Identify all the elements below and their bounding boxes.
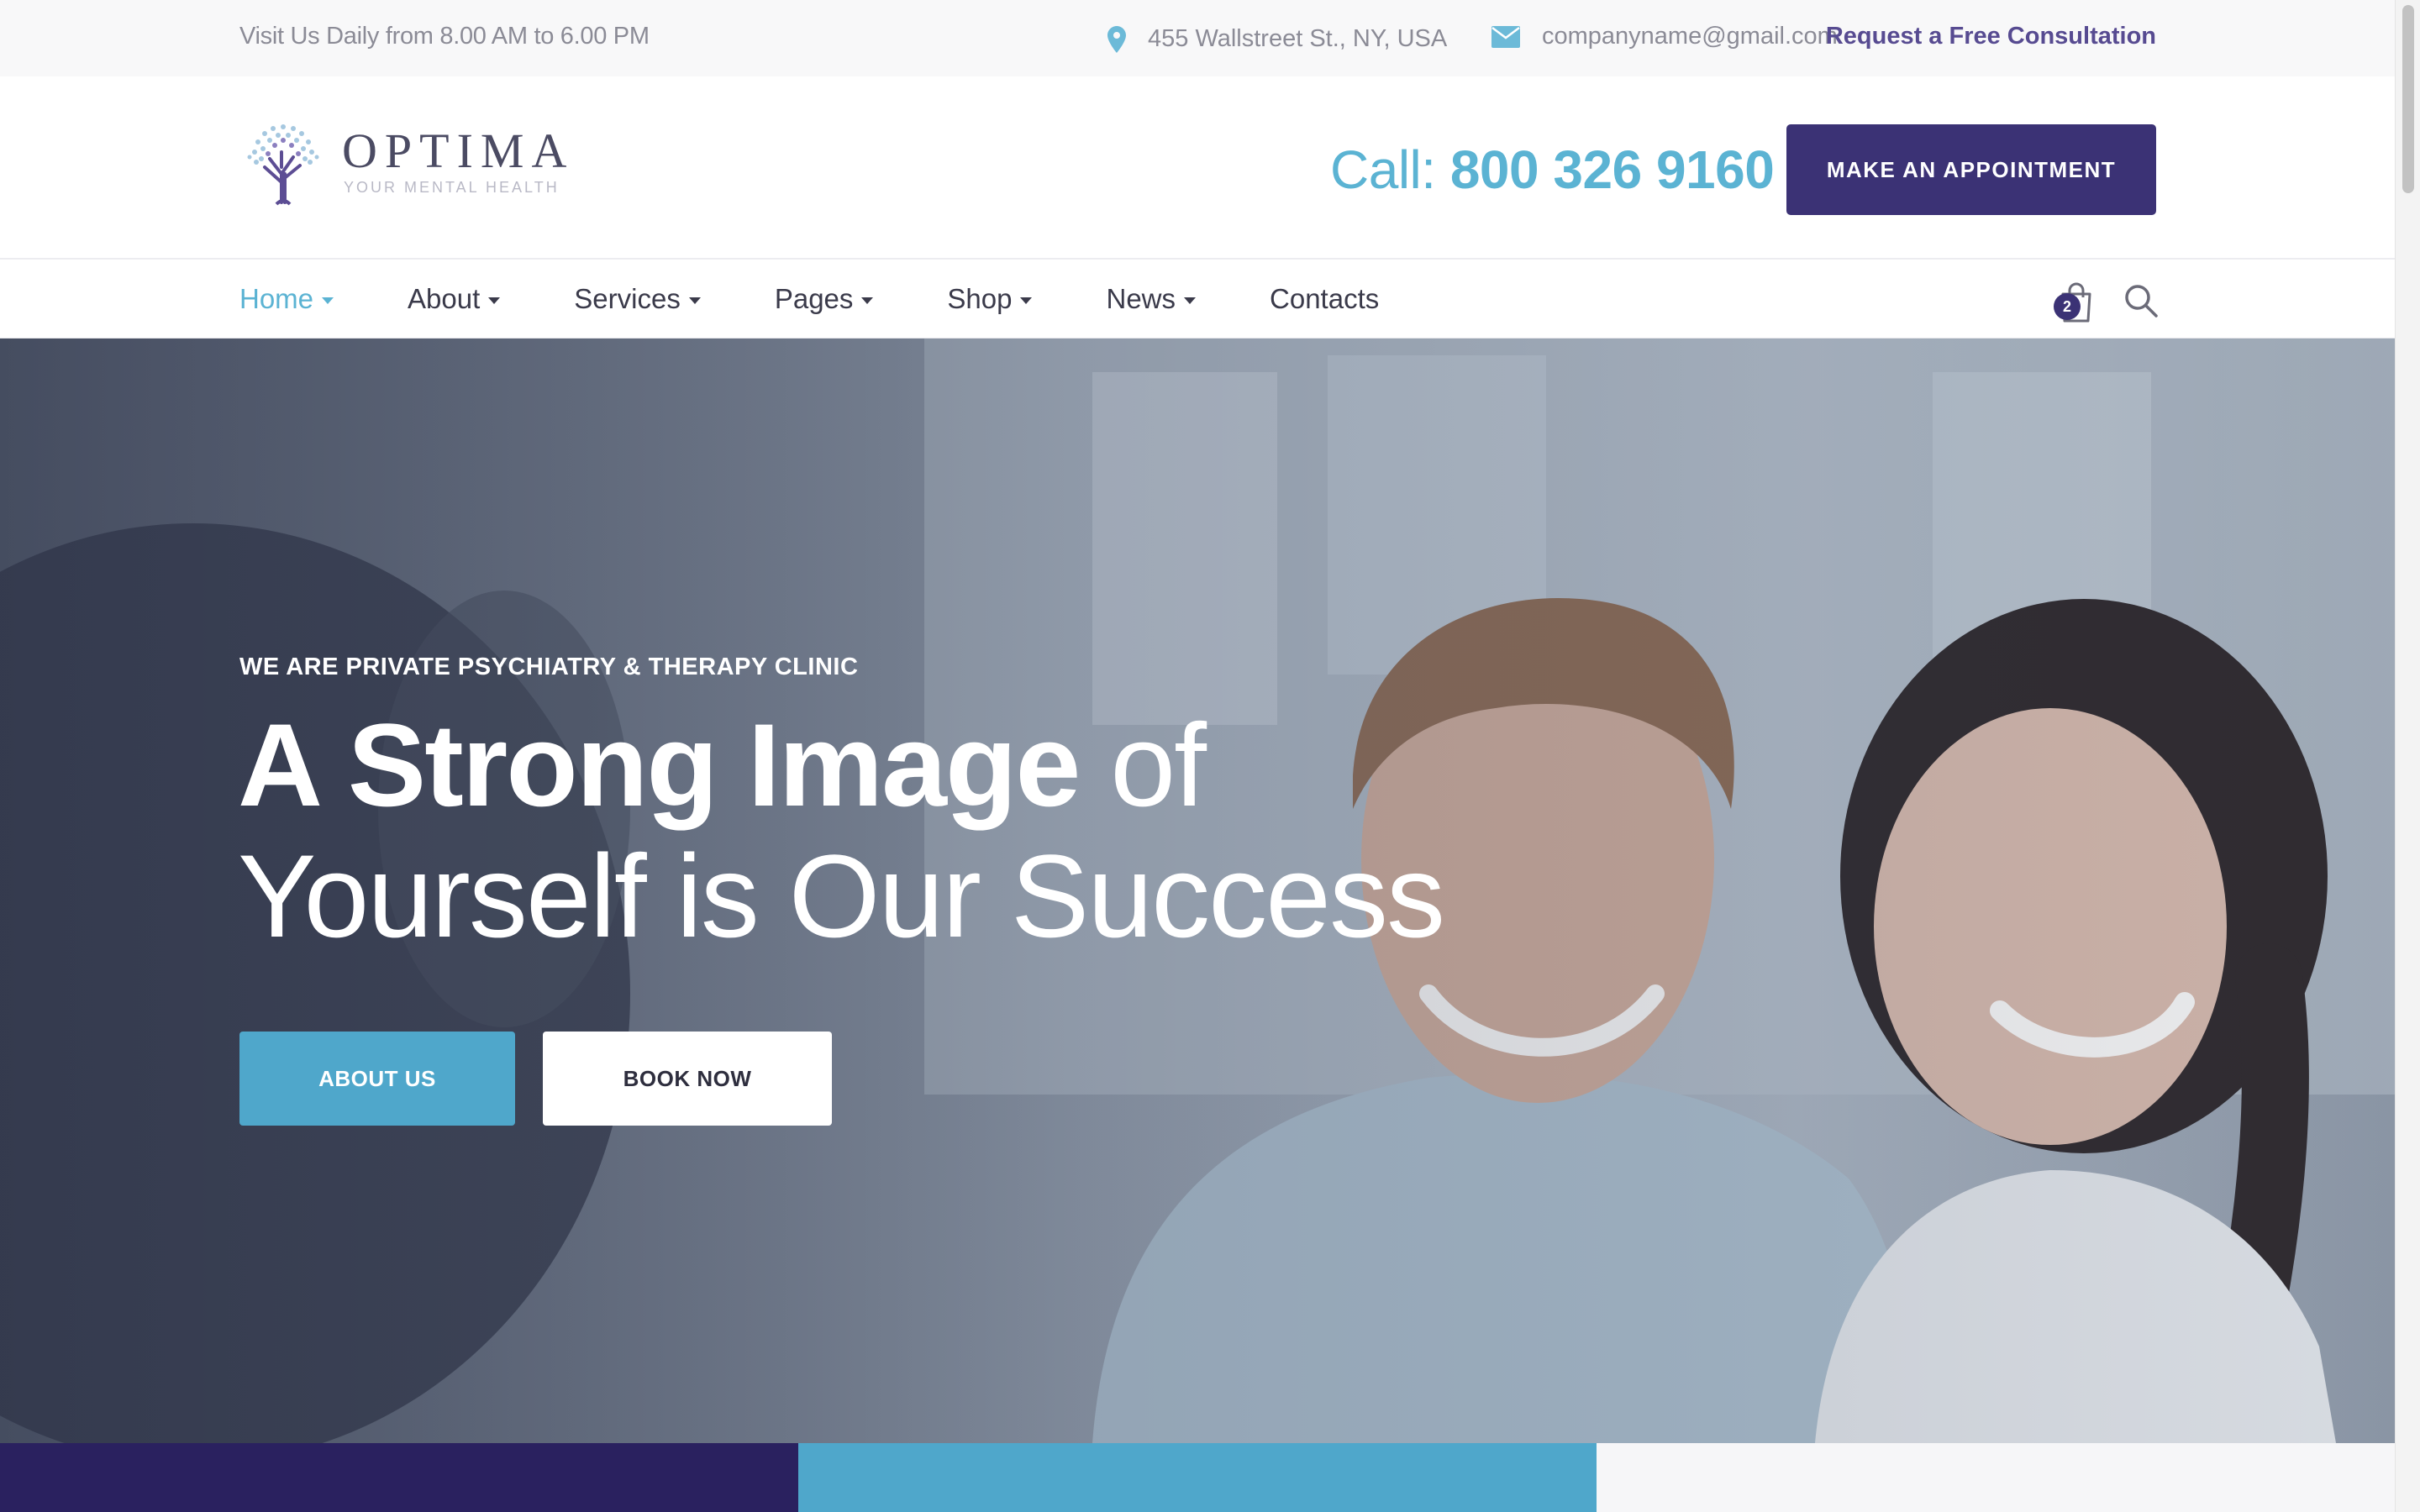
feature-strip-light: [1597, 1443, 2395, 1512]
logo[interactable]: OPTIMA YOUR MENTAL HEALTH: [239, 115, 574, 207]
headline-light-1: of: [1079, 699, 1207, 831]
logo-name: OPTIMA: [342, 123, 575, 178]
hero-eyebrow: WE ARE PRIVATE PSYCHIATRY & THERAPY CLIN…: [239, 654, 859, 680]
make-appointment-button[interactable]: MAKE AN APPOINTMENT: [1786, 124, 2156, 215]
nav-item-home[interactable]: Home: [239, 283, 334, 315]
main-nav: Home About Services Pages Shop News Cont…: [0, 260, 2395, 339]
nav-item-label: Contacts: [1270, 283, 1380, 314]
nav-item-contacts[interactable]: Contacts: [1270, 283, 1379, 315]
nav-item-label: About: [408, 283, 481, 314]
nav-item-pages[interactable]: Pages: [775, 283, 874, 315]
nav-item-label: Pages: [774, 283, 854, 314]
call-label: Call:: [1330, 139, 1436, 200]
about-us-button[interactable]: ABOUT US: [239, 1032, 515, 1126]
top-bar: Visit Us Daily from 8.00 AM to 6.00 PM 4…: [0, 0, 2395, 76]
free-consultation-link[interactable]: Request a Free Consultation: [1826, 23, 2156, 50]
phone-number: 800 326 9160: [1449, 139, 1775, 200]
nav-item-about[interactable]: About: [408, 283, 501, 315]
hero-headline: A Strong Image of Yourself is Our Succes…: [238, 699, 1445, 962]
tree-logo-icon: [247, 124, 319, 206]
opening-hours: Visit Us Daily from 8.00 AM to 6.00 PM: [239, 23, 650, 50]
nav-item-label: Home: [239, 283, 314, 314]
search-icon[interactable]: [2123, 283, 2159, 318]
nav-item-news[interactable]: News: [1106, 283, 1197, 315]
email-text: companyname@gmail.com: [1542, 23, 1838, 50]
cart-count-badge: 2: [2054, 293, 2081, 320]
page-scrollbar[interactable]: [2395, 0, 2420, 1512]
envelope-icon: [1491, 25, 1520, 48]
feature-strip-blue: [798, 1443, 1597, 1512]
address: 455 Wallstreet St., NY, USA: [1107, 25, 1447, 53]
phone-call[interactable]: Call: 800 326 9160: [1330, 139, 1775, 201]
site-header: OPTIMA YOUR MENTAL HEALTH Call: 800 326 …: [0, 76, 2395, 260]
feature-strip-purple: [0, 1443, 798, 1512]
caret-down-icon: [688, 297, 701, 304]
scrollbar-thumb[interactable]: [2402, 5, 2414, 193]
nav-item-label: News: [1106, 283, 1176, 314]
headline-light-2: Yourself is Our Success: [238, 830, 1445, 962]
caret-down-icon: [322, 297, 334, 304]
nav-item-shop[interactable]: Shop: [947, 283, 1033, 315]
caret-down-icon: [1020, 297, 1033, 304]
caret-down-icon: [861, 297, 874, 304]
nav-item-label: Shop: [947, 283, 1013, 314]
map-pin-icon: [1107, 25, 1126, 53]
nav-item-label: Services: [574, 283, 681, 314]
book-now-button[interactable]: BOOK NOW: [543, 1032, 832, 1126]
headline-bold: A Strong Image: [238, 699, 1081, 831]
hero-section: WE ARE PRIVATE PSYCHIATRY & THERAPY CLIN…: [0, 339, 2395, 1443]
address-text: 455 Wallstreet St., NY, USA: [1148, 25, 1448, 52]
nav-item-services[interactable]: Services: [574, 283, 701, 315]
caret-down-icon: [488, 297, 501, 304]
caret-down-icon: [1184, 297, 1197, 304]
email[interactable]: companyname@gmail.com: [1491, 23, 1838, 50]
logo-tagline: YOUR MENTAL HEALTH: [344, 178, 560, 196]
